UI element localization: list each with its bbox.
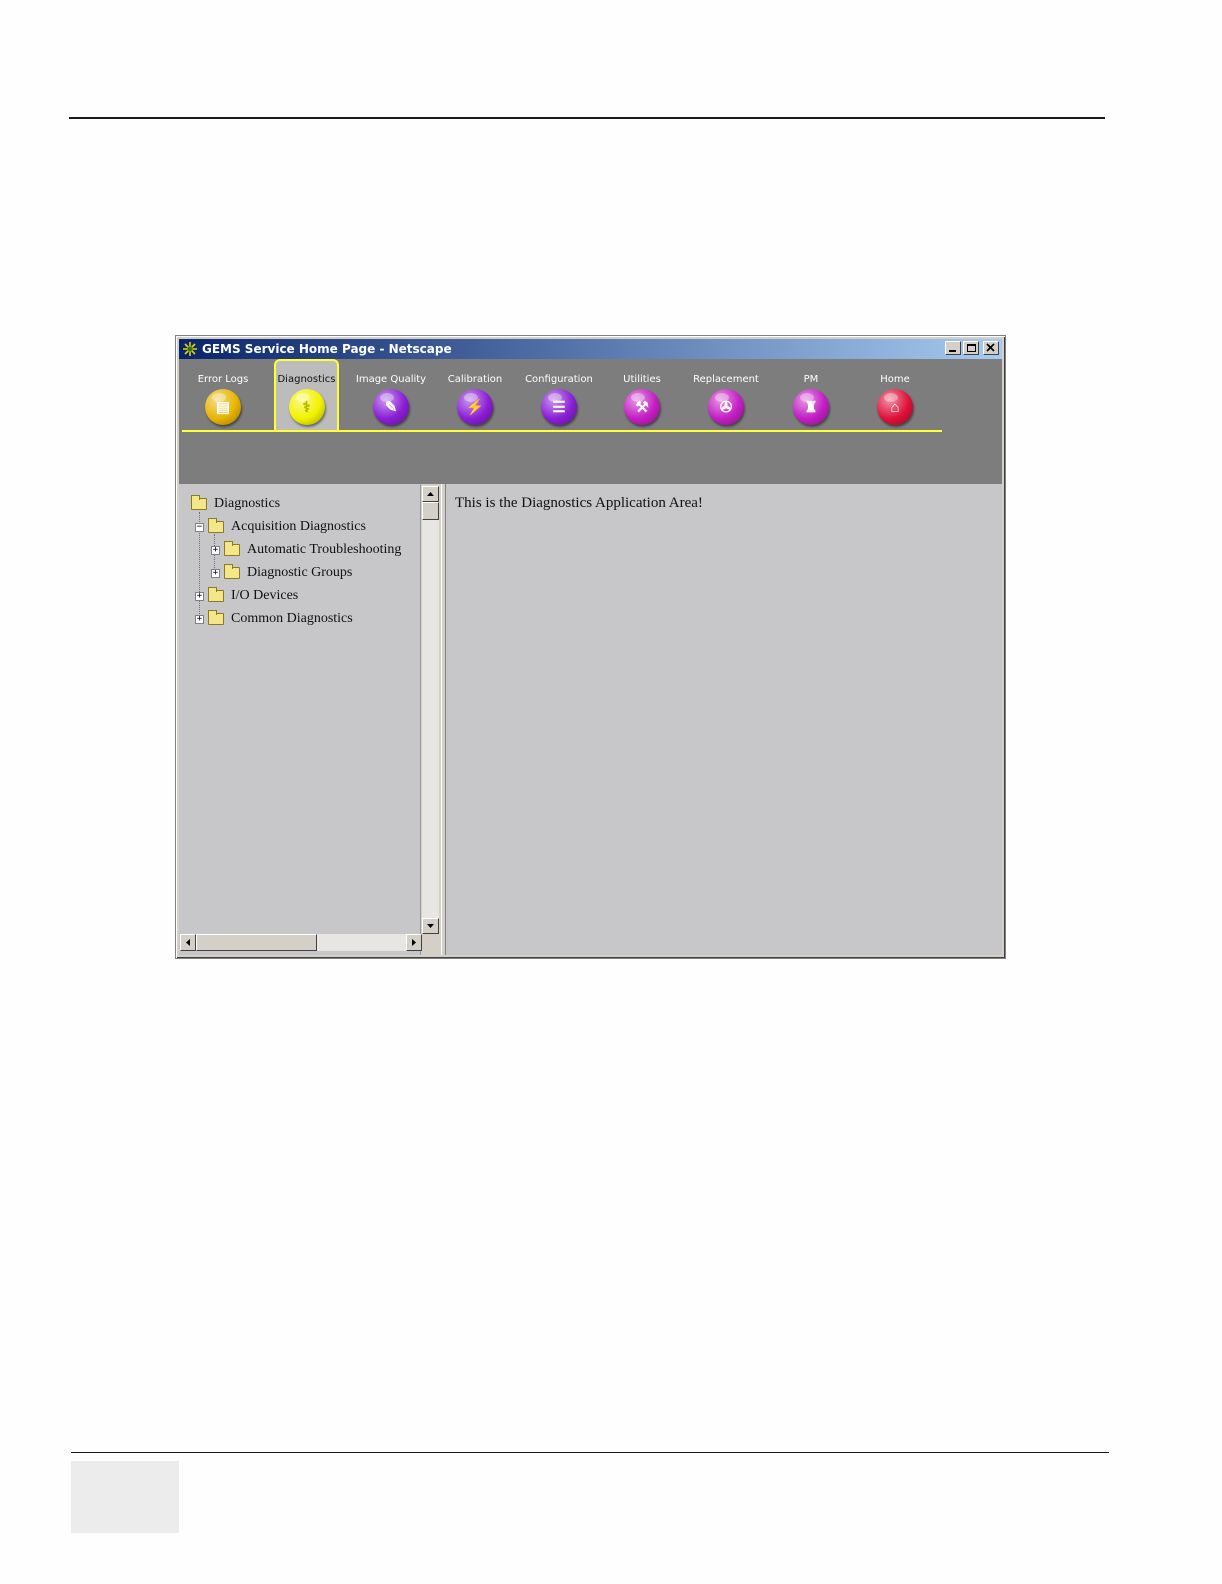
window-title: GEMS Service Home Page - Netscape: [202, 342, 452, 356]
title-bar[interactable]: GEMS Service Home Page - Netscape: [179, 339, 1002, 359]
nav-label: Utilities: [623, 374, 661, 385]
configuration-icon: ☰: [541, 389, 577, 425]
diagnostics-tree: Diagnostics − Acquisition Diagnostics + …: [179, 484, 421, 934]
application-area-message: This is the Diagnostics Application Area…: [455, 495, 703, 511]
nav-label: Configuration: [525, 374, 593, 385]
expand-icon[interactable]: +: [195, 591, 204, 601]
maximize-button[interactable]: [963, 341, 979, 355]
close-icon: [986, 343, 995, 352]
folder-icon: [208, 610, 224, 625]
nav-label: Diagnostics: [277, 374, 336, 385]
nav-item-utilities[interactable]: Utilities ⚒: [606, 359, 678, 431]
tree-item-diagnostic-groups[interactable]: + Diagnostic Groups: [211, 563, 352, 583]
active-tab-underline: [182, 430, 942, 432]
scroll-right-button[interactable]: [406, 934, 422, 951]
navigation-tree-pane: Diagnostics − Acquisition Diagnostics + …: [179, 484, 439, 955]
home-house-icon: ⌂: [877, 389, 913, 425]
tree-item-label: Diagnostics: [214, 496, 281, 511]
close-button[interactable]: [983, 341, 999, 355]
scroll-down-button[interactable]: [422, 918, 439, 934]
nav-item-configuration[interactable]: Configuration ☰: [523, 359, 595, 431]
arrow-up-icon: [427, 492, 434, 496]
tree-item-acquisition-diagnostics[interactable]: − Acquisition Diagnostics: [195, 517, 366, 537]
nav-label: Replacement: [693, 374, 759, 385]
page-header-rule: [69, 117, 1105, 119]
pm-spray-icon: ♜: [793, 389, 829, 425]
nav-label: Image Quality: [355, 374, 427, 385]
tree-item-automatic-troubleshooting[interactable]: + Automatic Troubleshooting: [211, 540, 401, 560]
scroll-left-button[interactable]: [180, 934, 196, 951]
netscape-logo-icon: [182, 341, 198, 357]
arrow-down-icon: [427, 924, 434, 928]
tree-horizontal-scrollbar[interactable]: [180, 934, 422, 951]
tree-item-label: Diagnostic Groups: [247, 565, 353, 580]
nav-label: PM: [803, 374, 819, 385]
minimize-button[interactable]: [945, 341, 961, 355]
nav-item-image-quality[interactable]: Image Quality ✎: [355, 359, 427, 431]
scroll-up-button[interactable]: [422, 486, 439, 502]
error-log-icon: ▤: [205, 389, 241, 425]
expand-icon[interactable]: +: [195, 614, 204, 624]
nav-item-diagnostics[interactable]: Diagnostics ⚕: [274, 359, 339, 431]
minimize-icon: [949, 350, 956, 352]
tree-item-label: I/O Devices: [231, 588, 299, 603]
nav-item-home[interactable]: Home ⌂: [859, 359, 931, 431]
open-folder-icon: [208, 518, 224, 533]
tree-item-io-devices[interactable]: + I/O Devices: [195, 586, 298, 606]
image-quality-icon: ✎: [373, 389, 409, 425]
vertical-scroll-thumb[interactable]: [422, 502, 439, 520]
nav-item-replacement[interactable]: Replacement ✇: [690, 359, 762, 431]
tree-item-label: Common Diagnostics: [231, 611, 353, 626]
browser-window: GEMS Service Home Page - Netscape Error …: [175, 335, 1006, 959]
calibration-icon: ⚡: [457, 389, 493, 425]
nav-label: Error Logs: [197, 374, 249, 385]
open-folder-icon: [191, 495, 207, 510]
page-footer-rule: [71, 1452, 1109, 1453]
folder-icon: [224, 564, 240, 579]
nav-label: Calibration: [447, 374, 503, 385]
replacement-wrench-icon: ✇: [708, 389, 744, 425]
folder-icon: [208, 587, 224, 602]
service-nav-toolbar: Error Logs ▤ Diagnostics ⚕ Image Quality…: [179, 359, 1002, 484]
nav-label: Home: [880, 374, 910, 385]
expand-icon[interactable]: +: [211, 568, 220, 578]
nav-item-error-logs[interactable]: Error Logs ▤: [187, 359, 259, 431]
application-area: This is the Diagnostics Application Area…: [446, 484, 1002, 955]
horizontal-scroll-thumb[interactable]: [196, 934, 317, 951]
scrollbar-corner: [422, 934, 439, 951]
collapse-icon[interactable]: −: [195, 522, 204, 532]
utilities-toolbox-icon: ⚒: [624, 389, 660, 425]
footer-page-box: [71, 1461, 179, 1533]
tree-item-common-diagnostics[interactable]: + Common Diagnostics: [195, 609, 353, 629]
tree-item-label: Automatic Troubleshooting: [247, 542, 402, 557]
expand-icon[interactable]: +: [211, 545, 220, 555]
arrow-left-icon: [186, 939, 190, 946]
tree-vertical-scrollbar[interactable]: [422, 486, 439, 934]
nav-item-calibration[interactable]: Calibration ⚡: [439, 359, 511, 431]
nav-item-pm[interactable]: PM ♜: [775, 359, 847, 431]
folder-icon: [224, 541, 240, 556]
tree-item-label: Acquisition Diagnostics: [231, 519, 366, 534]
maximize-icon: [967, 344, 976, 352]
diagnostics-stethoscope-icon: ⚕: [288, 389, 325, 425]
arrow-right-icon: [412, 939, 416, 946]
tree-item-diagnostics[interactable]: Diagnostics: [191, 494, 280, 514]
